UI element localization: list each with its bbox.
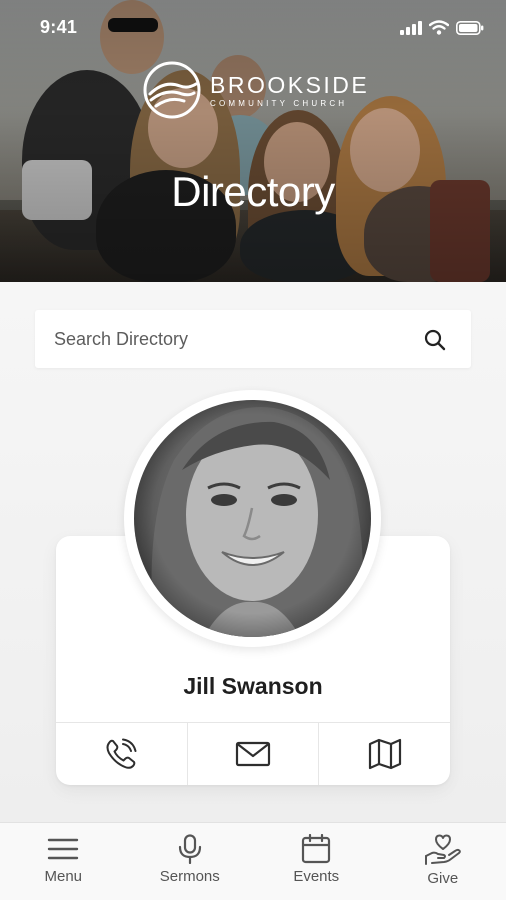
status-icons — [400, 20, 484, 35]
search-input[interactable] — [35, 310, 415, 368]
mail-icon — [235, 741, 271, 767]
avatar-photo — [134, 400, 371, 637]
contact-actions — [56, 722, 450, 785]
status-bar: 9:41 — [0, 0, 506, 52]
brand-name: BROOKSIDE — [210, 71, 370, 98]
tab-label: Sermons — [159, 868, 220, 885]
tab-give[interactable]: Give — [380, 823, 506, 900]
avatar-frame — [124, 390, 381, 647]
search-icon[interactable] — [423, 328, 447, 352]
brand-subtitle: COMMUNITY CHURCH — [210, 98, 348, 108]
status-time: 9:41 — [40, 17, 78, 37]
bottom-tab-bar: Menu Sermons Events Give — [0, 822, 506, 900]
page-title: Directory — [171, 168, 335, 215]
call-button[interactable] — [56, 723, 188, 785]
tab-label: Events — [293, 868, 340, 885]
microphone-icon — [178, 834, 201, 864]
calendar-icon — [302, 834, 331, 864]
church-logo: BROOKSIDE COMMUNITY CHURCH — [142, 60, 369, 120]
member-name: Jill Swanson — [183, 673, 323, 699]
signal-icon — [400, 20, 422, 35]
tab-label: Give — [427, 870, 459, 887]
give-heart-icon — [424, 834, 461, 865]
brookside-logo-icon — [143, 61, 201, 119]
tab-label: Menu — [44, 868, 83, 885]
map-button[interactable] — [319, 723, 450, 785]
search-bar — [35, 310, 471, 368]
menu-icon — [48, 838, 79, 860]
wifi-icon — [429, 20, 449, 35]
battery-icon — [456, 20, 484, 35]
map-icon — [368, 738, 401, 770]
tab-sermons[interactable]: Sermons — [127, 823, 254, 900]
avatar[interactable] — [134, 400, 371, 637]
tab-events[interactable]: Events — [253, 823, 380, 900]
email-button[interactable] — [188, 723, 320, 785]
tab-menu[interactable]: Menu — [0, 823, 127, 900]
phone-icon — [106, 738, 137, 769]
